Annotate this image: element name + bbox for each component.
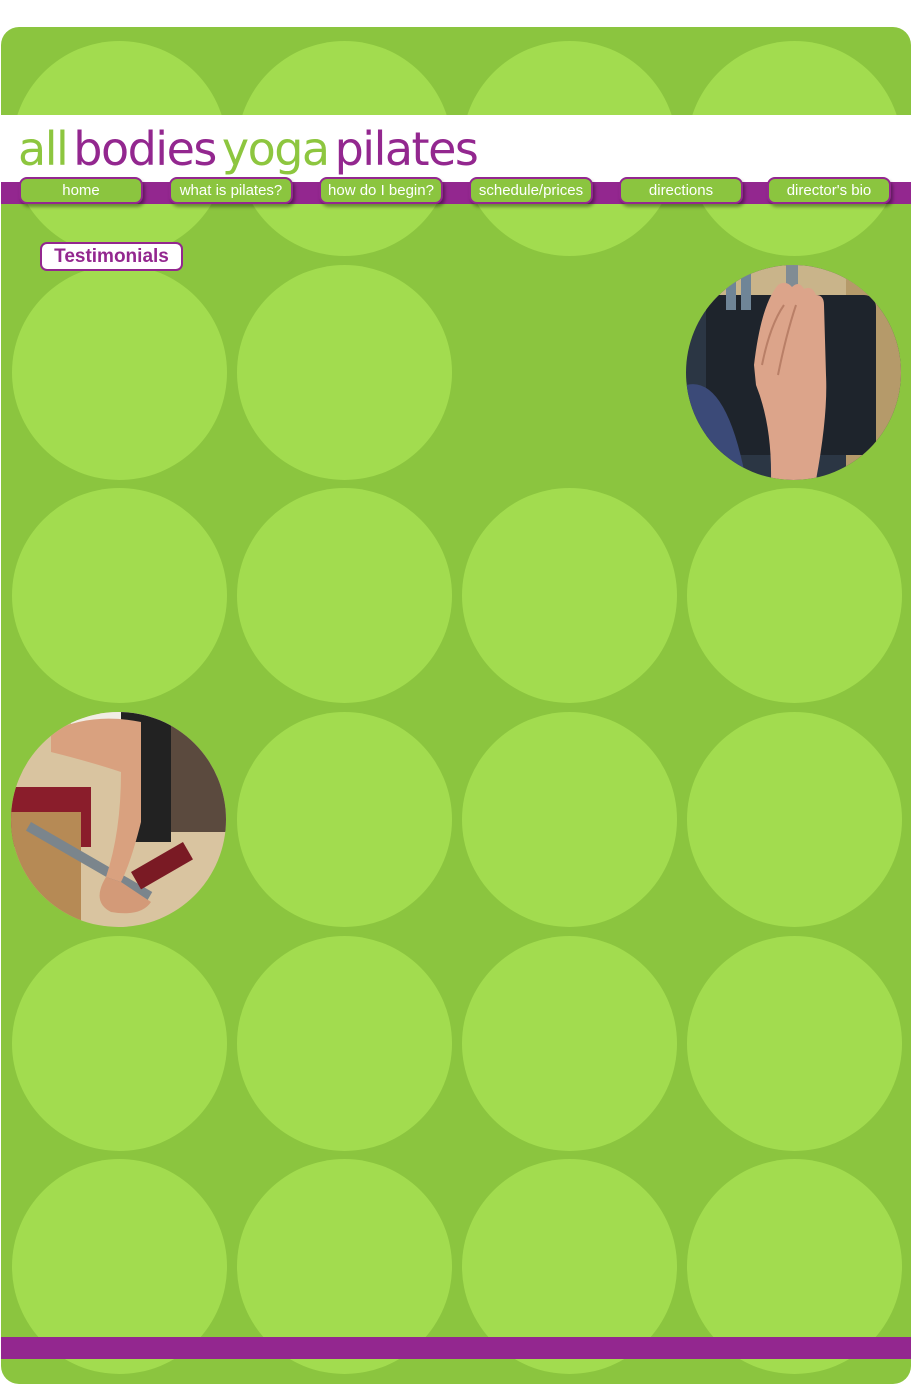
- nav-how-do-i-begin-button[interactable]: how do I begin?: [319, 177, 443, 204]
- nav-directions-button[interactable]: directions: [619, 177, 743, 204]
- logo-word-yoga: yoga: [221, 122, 330, 176]
- logo-word-bodies: bodies: [73, 122, 217, 176]
- decor-circle: [462, 936, 677, 1151]
- decor-circle: [12, 936, 227, 1151]
- decor-circle: [687, 936, 902, 1151]
- nav-schedule-prices-button[interactable]: schedule/prices: [469, 177, 593, 204]
- hand-on-reformer-photo: [686, 265, 901, 480]
- page-panel: all bodies yoga pilates home what is pilate…: [1, 27, 911, 1384]
- decor-circle: [12, 488, 227, 703]
- decor-circle: [687, 488, 902, 703]
- decor-circle: [687, 712, 902, 927]
- decor-circle: [12, 265, 227, 480]
- testimonials-button[interactable]: Testimonials: [40, 242, 183, 271]
- logo-word-pilates: pilates: [334, 122, 479, 176]
- site-logo[interactable]: all bodies yoga pilates: [18, 121, 483, 177]
- decor-circle: [462, 712, 677, 927]
- feet-on-pilates-chair-photo: [11, 712, 226, 927]
- nav-directors-bio-button[interactable]: director's bio: [767, 177, 891, 204]
- decor-circle: [237, 936, 452, 1151]
- nav-what-is-pilates-button[interactable]: what is pilates?: [169, 177, 293, 204]
- decor-circle: [237, 265, 452, 480]
- footer-bar: [1, 1337, 911, 1359]
- nav-home-button[interactable]: home: [19, 177, 143, 204]
- logo-word-all: all: [18, 122, 69, 176]
- decor-circle: [237, 488, 452, 703]
- decor-circle: [237, 712, 452, 927]
- decor-circle: [462, 488, 677, 703]
